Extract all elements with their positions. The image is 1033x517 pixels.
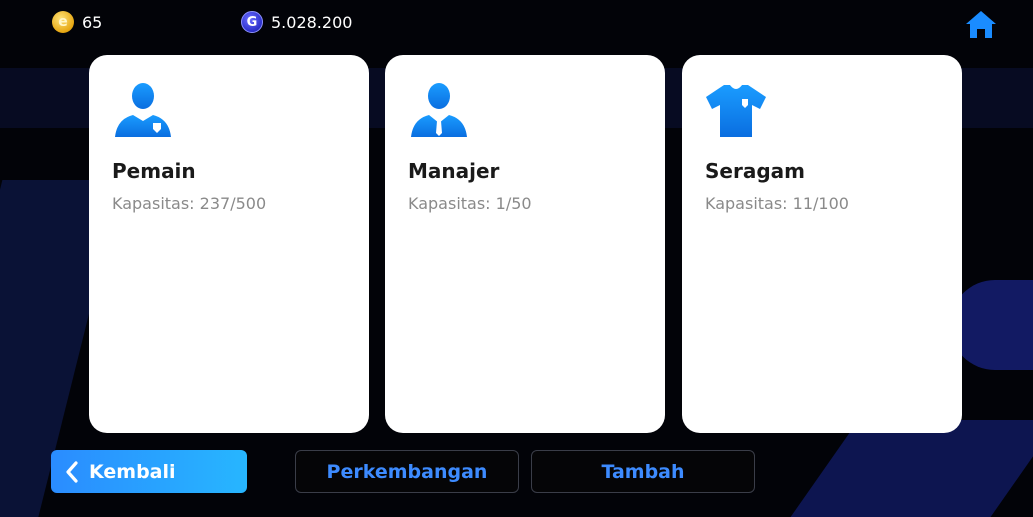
card-capacity: Kapasitas: 11/100 [705, 194, 849, 213]
coins-value: 65 [82, 12, 103, 32]
background-shape [781, 420, 1033, 517]
add-button-label: Tambah [601, 460, 685, 483]
card-players[interactable]: Pemain Kapasitas: 237/500 [89, 55, 369, 433]
coin-icon: e [52, 11, 74, 33]
background-shape [950, 280, 1033, 370]
add-button[interactable]: Tambah [531, 450, 755, 493]
card-title: Pemain [112, 159, 196, 183]
card-kits[interactable]: Seragam Kapasitas: 11/100 [682, 55, 962, 433]
back-button[interactable]: Kembali [51, 450, 247, 493]
develop-button[interactable]: Perkembangan [295, 450, 519, 493]
gp-icon: G [241, 11, 263, 33]
card-capacity: Kapasitas: 1/50 [408, 194, 532, 213]
player-icon [115, 83, 171, 137]
coins-balance: e 65 [52, 10, 102, 34]
gp-balance: G 5.028.200 [241, 10, 352, 34]
card-managers[interactable]: Manajer Kapasitas: 1/50 [385, 55, 665, 433]
kit-icon [706, 85, 766, 137]
top-bar: e 65 G 5.028.200 [0, 0, 1033, 44]
game-screen: e 65 G 5.028.200 Pemain Kapasitas: 237/5… [0, 0, 1033, 517]
card-title: Manajer [408, 159, 500, 183]
home-icon [966, 11, 996, 38]
manager-icon [411, 83, 467, 137]
chevron-left-icon [66, 460, 78, 483]
develop-button-label: Perkembangan [326, 460, 488, 483]
card-title: Seragam [705, 159, 805, 183]
gp-value: 5.028.200 [271, 12, 353, 32]
home-button[interactable] [964, 8, 998, 40]
card-capacity: Kapasitas: 237/500 [112, 194, 267, 213]
back-button-label: Kembali [89, 460, 176, 483]
